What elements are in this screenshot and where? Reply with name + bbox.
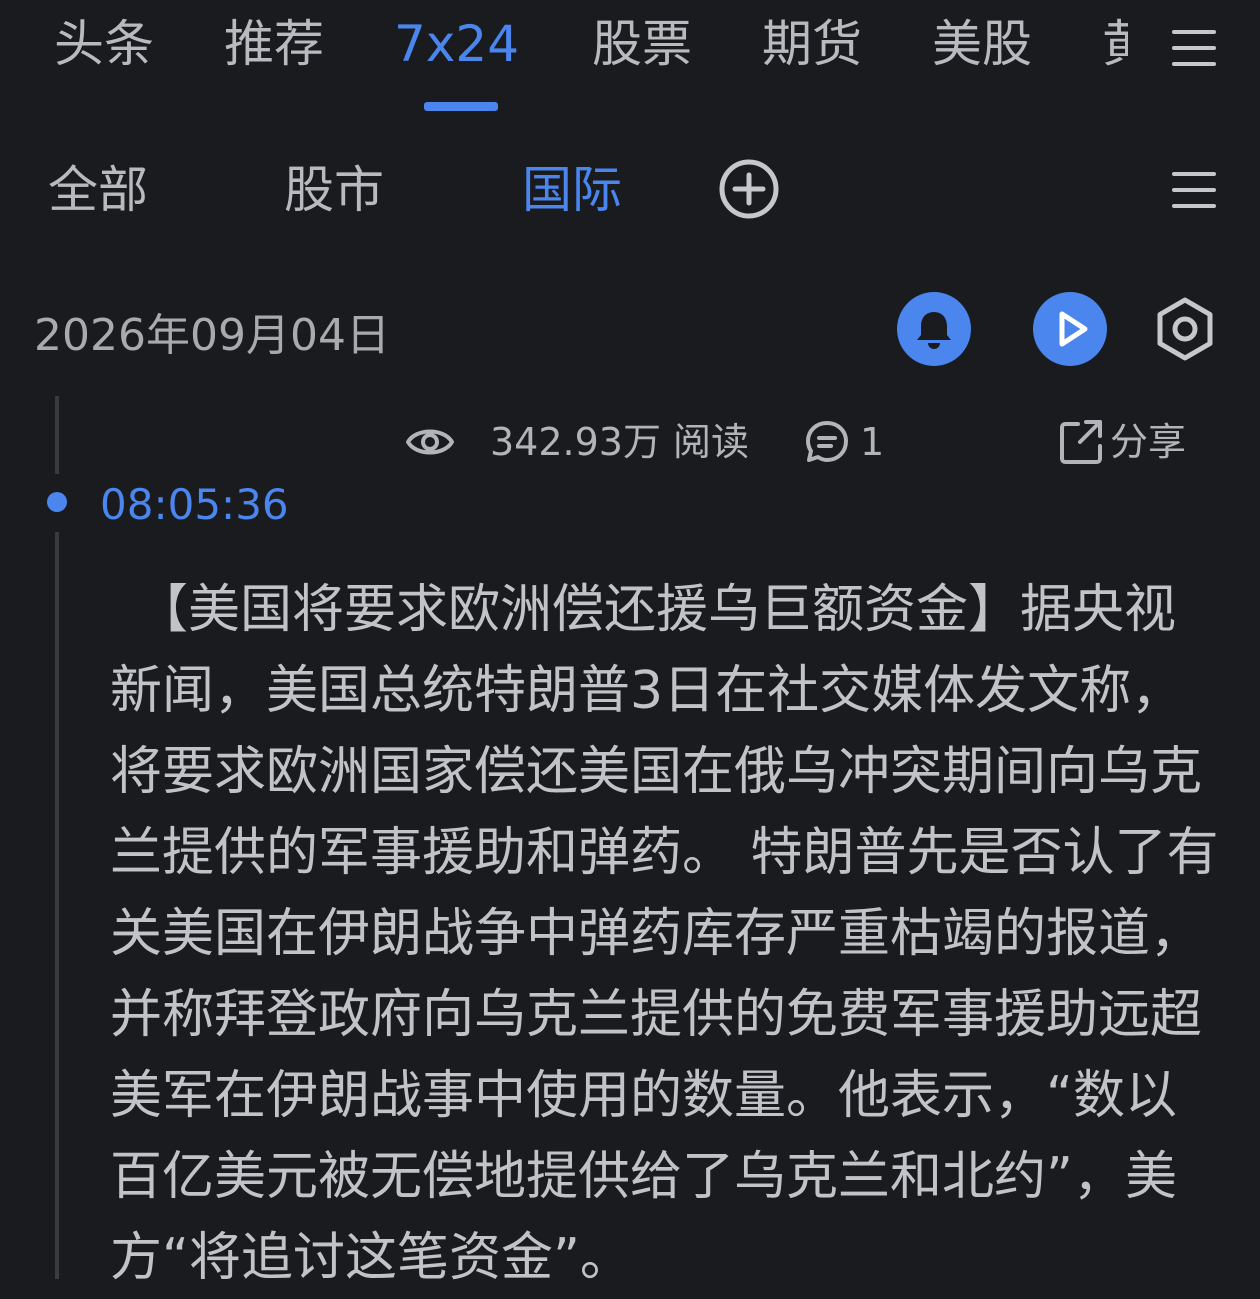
tab-recommended[interactable]: 推荐 <box>224 14 324 74</box>
timeline-line-bottom <box>55 532 59 1279</box>
comment-count: 1 <box>860 420 885 464</box>
play-icon[interactable] <box>1033 292 1107 366</box>
channel-tab-bar: 头条 推荐 7x24 股票 期货 美股 黄 <box>0 0 1260 120</box>
date-label: 2026年09月04日 <box>34 310 390 361</box>
tab-7x24[interactable]: 7x24 <box>394 14 519 74</box>
comment-button[interactable]: 1 <box>804 414 894 470</box>
news-body: 【美国将要求欧洲偿还援乌巨额资金】据央视新闻，美国总统特朗普3日在社交媒体发文称… <box>110 580 1219 1288</box>
subtab-international[interactable]: 国际 <box>522 160 622 220</box>
view-count-text: 342.93万 阅读 <box>490 420 750 464</box>
tab-gold[interactable]: 黄 <box>1102 14 1128 74</box>
active-tab-indicator <box>424 102 498 111</box>
hexagon-settings-icon[interactable] <box>1152 296 1218 362</box>
comment-icon <box>806 421 848 462</box>
bell-icon[interactable] <box>897 292 971 366</box>
tab-futures[interactable]: 期货 <box>762 14 862 74</box>
menu-icon[interactable] <box>1172 28 1216 68</box>
eye-icon <box>406 429 454 455</box>
tab-headlines[interactable]: 头条 <box>54 14 154 74</box>
subtab-menu-icon[interactable] <box>1172 170 1216 210</box>
timeline-line-top <box>55 396 59 474</box>
tab-us-stocks[interactable]: 美股 <box>932 14 1032 74</box>
timeline-dot <box>47 492 67 512</box>
tab-stocks[interactable]: 股票 <box>592 14 692 74</box>
share-icon <box>1060 420 1102 464</box>
news-time: 08:05:36 <box>100 480 289 529</box>
share-button[interactable]: 分享 <box>1058 414 1198 470</box>
add-circle-icon[interactable] <box>718 158 780 220</box>
subtab-stock-market[interactable]: 股市 <box>284 160 384 220</box>
view-count: 342.93万 阅读 <box>404 414 754 470</box>
share-label: 分享 <box>1110 420 1187 464</box>
subtab-all[interactable]: 全部 <box>48 160 148 220</box>
